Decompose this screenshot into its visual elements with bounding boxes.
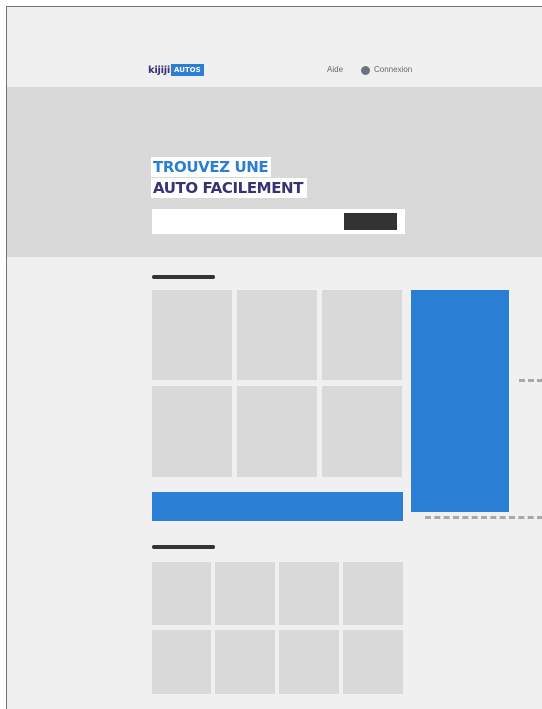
kijiji-autos-logo[interactable]: kijiji AUTOS — [148, 64, 204, 76]
help-link[interactable]: Aide — [327, 65, 343, 74]
logo-brand: kijiji — [148, 64, 170, 76]
listing-card[interactable] — [152, 386, 232, 477]
dashed-guide-line — [425, 516, 542, 519]
hero-section: TROUVEZ UNE AUTO FACILEMENT — [7, 87, 542, 257]
listing-card[interactable] — [152, 290, 232, 380]
listing-card[interactable] — [279, 562, 339, 625]
logo-product: AUTOS — [171, 64, 204, 76]
listing-card[interactable] — [237, 290, 317, 380]
listing-card[interactable] — [343, 562, 403, 625]
listing-card[interactable] — [215, 562, 275, 625]
banner-ad[interactable] — [152, 492, 403, 521]
hero-headline-line2: AUTO FACILEMENT — [151, 178, 308, 198]
page-frame: kijiji AUTOS Aide Connexion TROUVEZ UNE … — [6, 6, 542, 709]
listing-card[interactable] — [322, 386, 402, 477]
search-button[interactable] — [344, 213, 397, 230]
listing-card[interactable] — [237, 386, 317, 477]
listing-card[interactable] — [152, 630, 211, 694]
user-icon[interactable] — [361, 66, 370, 75]
listing-card[interactable] — [215, 630, 275, 694]
section-heading-placeholder — [152, 545, 215, 549]
dashed-guide-line — [519, 379, 542, 382]
hero-headline-line1: TROUVEZ UNE — [151, 157, 272, 177]
search-input[interactable] — [152, 209, 405, 234]
section-heading-placeholder — [152, 275, 215, 279]
listing-card[interactable] — [152, 562, 211, 625]
login-link[interactable]: Connexion — [374, 65, 412, 74]
skyscraper-ad[interactable] — [411, 290, 509, 512]
listing-card[interactable] — [322, 290, 402, 380]
listing-card[interactable] — [343, 630, 403, 694]
listing-card[interactable] — [279, 630, 339, 694]
